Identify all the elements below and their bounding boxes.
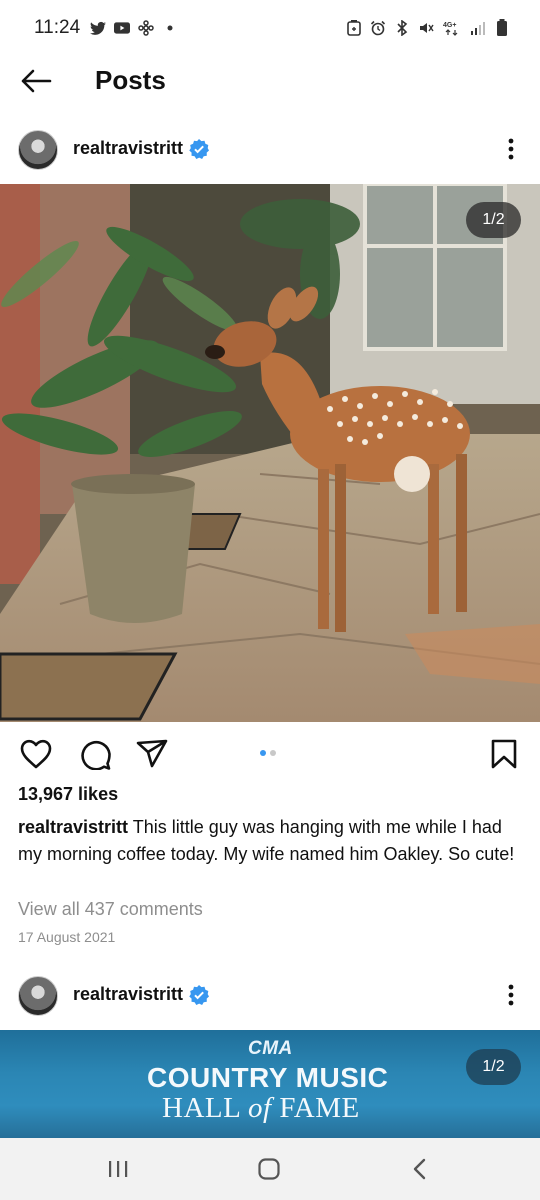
more-options-button[interactable] [500, 980, 522, 1010]
status-right-icons: 4G+ [346, 19, 510, 36]
avatar[interactable] [18, 130, 58, 170]
status-time: 11:24 [34, 17, 81, 38]
back-arrow-icon [21, 69, 52, 93]
dot-icon [162, 20, 178, 36]
comment-button[interactable] [78, 736, 114, 772]
more-options-button[interactable] [500, 134, 522, 164]
status-bar: 11:24 4G+ [0, 0, 540, 56]
bookmark-icon [491, 739, 517, 769]
carousel-dot-active [260, 750, 266, 756]
image-counter: 1/2 [466, 202, 521, 238]
username-row: realtravistritt [73, 138, 210, 159]
recent-apps-icon [109, 1161, 128, 1177]
deer-photo [0, 184, 540, 722]
youtube-icon [114, 20, 131, 36]
page-title: Posts [95, 65, 166, 95]
send-icon [136, 739, 168, 768]
post-header: realtravistritt [0, 126, 540, 176]
recent-apps-button[interactable] [100, 1154, 136, 1184]
system-nav-bar [0, 1138, 540, 1200]
post-image[interactable]: 1/2 [0, 184, 540, 722]
view-comments-link[interactable]: View all 437 comments [18, 899, 203, 920]
image-text-hall: HALL [162, 1092, 248, 1124]
more-vertical-icon [508, 984, 514, 1006]
save-button[interactable] [486, 736, 522, 772]
twitter-icon [90, 20, 107, 36]
carousel-indicator [260, 750, 276, 756]
post-date: 17 August 2021 [18, 929, 116, 945]
heart-icon [20, 739, 52, 769]
image-text-fame: FAME [271, 1092, 360, 1124]
alarm-icon [370, 20, 386, 36]
app-header: Posts [0, 56, 540, 106]
svg-text:4G+: 4G+ [443, 22, 456, 29]
battery-icon [494, 19, 510, 36]
username-row: realtravistritt [73, 984, 210, 1005]
nav-back-button[interactable] [402, 1154, 438, 1184]
pinwheel-icon [138, 20, 154, 36]
home-button[interactable] [251, 1154, 287, 1184]
battery-saver-icon [346, 20, 362, 36]
action-bar [0, 730, 540, 778]
like-button[interactable] [18, 736, 54, 772]
image-text-of: of [248, 1092, 272, 1124]
share-button[interactable] [134, 736, 170, 772]
caption: realtravistritt This little guy was hang… [18, 814, 523, 867]
mute-icon [418, 20, 434, 36]
status-left-icons [90, 20, 178, 36]
verified-badge-icon [189, 138, 210, 159]
more-vertical-icon [508, 138, 514, 160]
image-counter: 1/2 [466, 1049, 521, 1085]
signal-icon [470, 20, 486, 36]
post-header: realtravistritt [0, 972, 540, 1022]
image-text-line2: HALL of FAME [162, 1092, 360, 1125]
home-icon [258, 1158, 280, 1180]
comment-icon [81, 740, 111, 770]
post-image[interactable]: CMA COUNTRY MUSIC HALL of FAME 1/2 [0, 1030, 540, 1138]
username[interactable]: realtravistritt [73, 138, 183, 159]
image-text-line1: COUNTRY MUSIC [147, 1062, 389, 1093]
likes-count[interactable]: 13,967 likes [18, 784, 118, 805]
avatar[interactable] [18, 976, 58, 1016]
back-button[interactable] [18, 64, 54, 98]
caption-username[interactable]: realtravistritt [18, 817, 128, 837]
username[interactable]: realtravistritt [73, 984, 183, 1005]
carousel-dot [270, 750, 276, 756]
back-icon [413, 1158, 426, 1180]
cma-logo-text: CMA [248, 1038, 293, 1059]
network-4g-icon: 4G+ [442, 20, 462, 36]
bluetooth-icon [394, 20, 410, 36]
verified-badge-icon [189, 984, 210, 1005]
